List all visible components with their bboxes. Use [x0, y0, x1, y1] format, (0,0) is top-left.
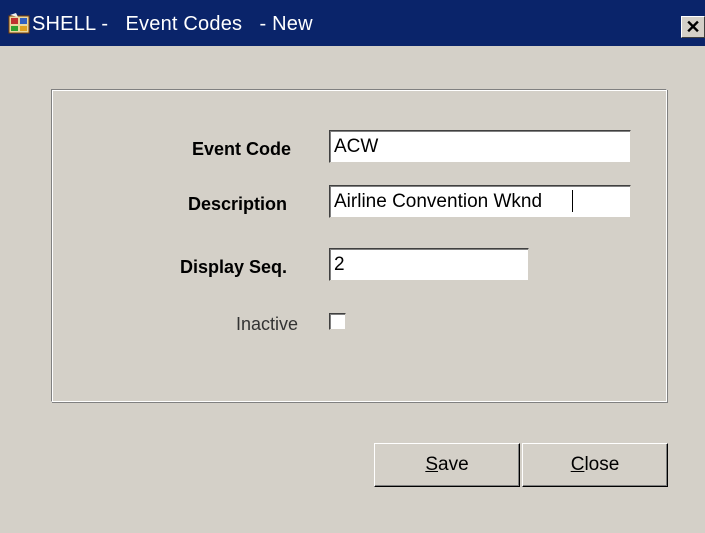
description-label: Description — [188, 194, 288, 214]
display-seq-input[interactable]: 2 — [329, 248, 529, 281]
shell-app-icon — [8, 13, 30, 34]
inactive-checkbox[interactable] — [329, 313, 346, 330]
event-code-label: Event Code — [192, 139, 292, 159]
description-input[interactable]: Airline Convention Wknd — [329, 185, 631, 218]
save-label-rest: ave — [438, 454, 469, 475]
close-window-button[interactable]: ✕ — [681, 16, 705, 38]
save-mnemonic: S — [425, 454, 439, 475]
close-label-rest: lose — [584, 454, 620, 475]
title-bar[interactable]: SHELL - Event Codes - New ✕ — [0, 0, 705, 46]
close-mnemonic: C — [570, 454, 585, 475]
event-code-input[interactable]: ACW — [329, 130, 631, 163]
save-button[interactable]: Save — [374, 443, 520, 487]
event-codes-window: SHELL - Event Codes - New ✕ Event Code A… — [0, 0, 705, 533]
text-caret — [572, 190, 573, 212]
close-icon: ✕ — [685, 17, 701, 37]
window-title: SHELL - Event Codes - New — [32, 13, 313, 35]
close-button[interactable]: Close — [522, 443, 668, 487]
display-seq-label: Display Seq. — [180, 257, 288, 277]
inactive-label: Inactive — [236, 314, 299, 334]
